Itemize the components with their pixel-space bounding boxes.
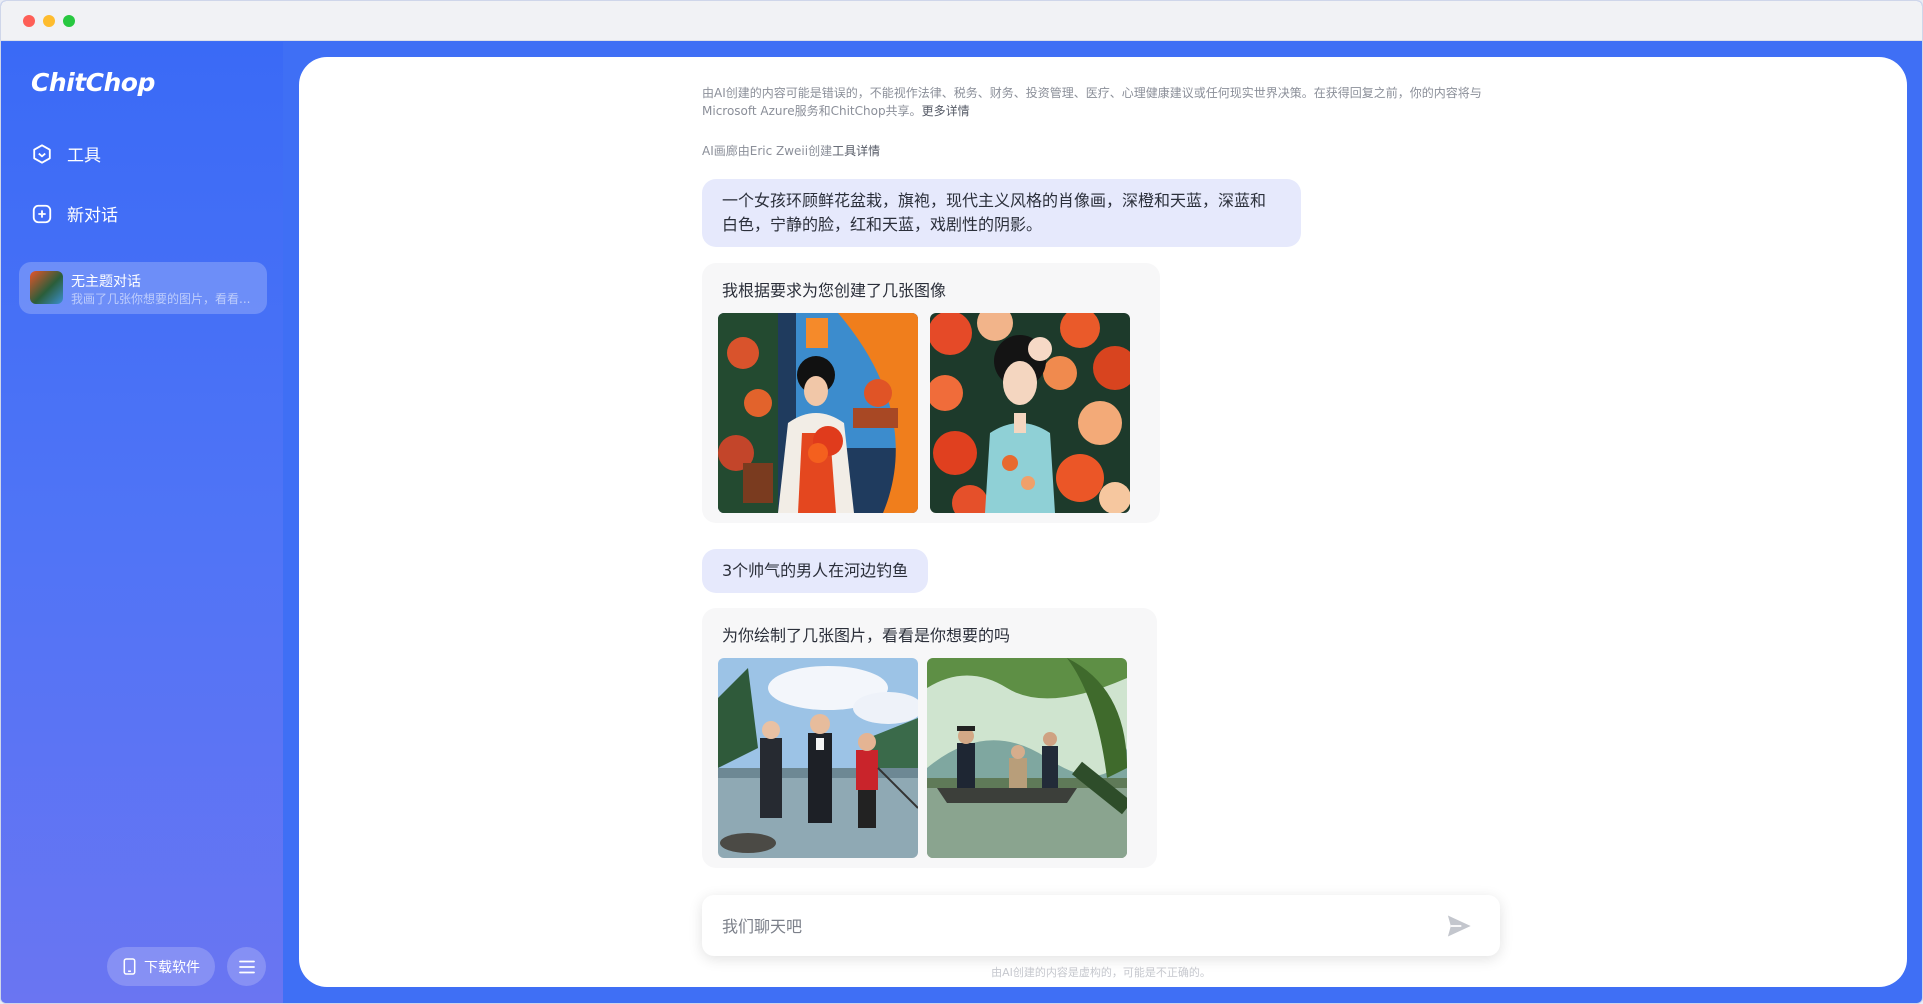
chat-input-box — [702, 895, 1500, 956]
chat-input[interactable] — [722, 912, 1422, 940]
sidebar-item-new-chat[interactable]: 新对话 — [31, 201, 118, 226]
assistant-message-text: 我根据要求为您创建了几张图像 — [722, 281, 947, 300]
sidebar: ChitChop 工具 新对话 无主题对话 我画了几张你想要的图片，看看... … — [1, 42, 283, 1003]
assistant-message-text: 为你绘制了几张图片，看看是你想要的吗 — [722, 626, 1011, 645]
download-label: 下载软件 — [144, 959, 200, 976]
user-message: 一个女孩环顾鲜花盆栽，旗袍，现代主义风格的肖像画，深橙和天蓝，深蓝和白色，宁静的… — [702, 179, 1301, 247]
more-details-link[interactable]: 更多详情 — [922, 104, 970, 118]
tool-credit: AI画廊由Eric Zweii创建工具详情 — [702, 142, 880, 159]
sidebar-item-tools[interactable]: 工具 — [31, 141, 101, 166]
hamburger-menu-icon — [238, 960, 255, 973]
menu-button[interactable] — [227, 947, 266, 986]
sidebar-item-label: 工具 — [67, 146, 101, 166]
ai-footnote: 由AI创建的内容是虚构的，可能是不正确的。 — [991, 966, 1211, 979]
minimize-window-button[interactable] — [43, 15, 55, 27]
app-window: ChitChop 工具 新对话 无主题对话 我画了几张你想要的图片，看看... … — [0, 0, 1923, 1004]
phone-icon — [123, 958, 136, 975]
conversation-thumbnail — [30, 271, 63, 304]
tool-details-link[interactable]: 工具详情 — [832, 144, 880, 158]
generated-image[interactable] — [927, 658, 1127, 858]
app-logo: ChitChop — [31, 68, 155, 97]
sidebar-item-label: 新对话 — [67, 206, 118, 226]
plus-square-icon — [32, 204, 52, 223]
disclaimer: 由AI创建的内容可能是错误的，不能视作法律、税务、财务、投资管理、医疗、心理健康… — [702, 84, 1492, 120]
credit-text: AI画廊由Eric Zweii创建 — [702, 144, 833, 158]
chat-panel: 由AI创建的内容可能是错误的，不能视作法律、税务、财务、投资管理、医疗、心理健康… — [299, 57, 1907, 987]
download-button[interactable]: 下载软件 — [107, 947, 215, 986]
title-bar — [1, 1, 1922, 41]
assistant-message: 为你绘制了几张图片，看看是你想要的吗 — [702, 608, 1157, 868]
send-icon[interactable] — [1445, 912, 1473, 940]
conversation-title: 无主题对话 — [71, 274, 141, 290]
maximize-window-button[interactable] — [63, 15, 75, 27]
hexagon-check-icon — [33, 143, 51, 164]
generated-image[interactable] — [718, 658, 918, 858]
conversation-item[interactable]: 无主题对话 我画了几张你想要的图片，看看... — [19, 262, 267, 314]
disclaimer-text: 由AI创建的内容可能是错误的，不能视作法律、税务、财务、投资管理、医疗、心理健康… — [702, 86, 1482, 118]
assistant-message: 我根据要求为您创建了几张图像 — [702, 263, 1160, 523]
conversation-preview: 我画了几张你想要的图片，看看... — [71, 292, 251, 306]
generated-image[interactable] — [930, 313, 1130, 513]
generated-image[interactable] — [718, 313, 918, 513]
user-message: 3个帅气的男人在河边钓鱼 — [702, 549, 929, 593]
close-window-button[interactable] — [23, 15, 35, 27]
